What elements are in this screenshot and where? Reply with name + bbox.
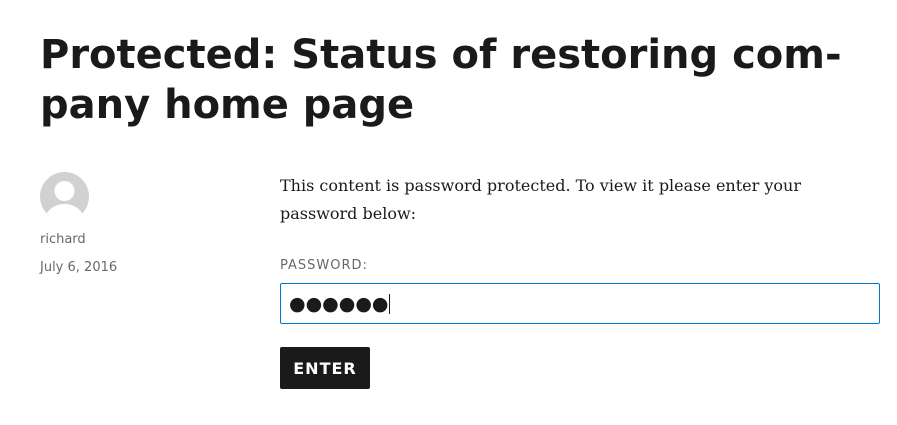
password-form: This content is password protected. To v… <box>280 172 880 389</box>
enter-button[interactable]: ENTER <box>280 347 370 389</box>
page-title-line-2: pany home page <box>40 82 415 128</box>
post-date-link[interactable]: July 6, 2016 <box>40 259 117 277</box>
page-title-line-1: Protected: Status of restoring com- <box>40 32 842 78</box>
author-avatar-icon <box>40 172 89 221</box>
author-link[interactable]: richard <box>40 231 86 249</box>
password-masked-value: ●●●●●● <box>289 292 389 315</box>
password-label: PASSWORD: <box>280 258 368 273</box>
text-caret <box>389 293 391 314</box>
user-silhouette-icon <box>45 181 84 221</box>
password-input[interactable]: ●●●●●● <box>280 283 880 324</box>
page-title: Protected: Status of restoring com- pany… <box>40 30 880 130</box>
password-protected-notice: This content is password protected. To v… <box>280 176 801 223</box>
